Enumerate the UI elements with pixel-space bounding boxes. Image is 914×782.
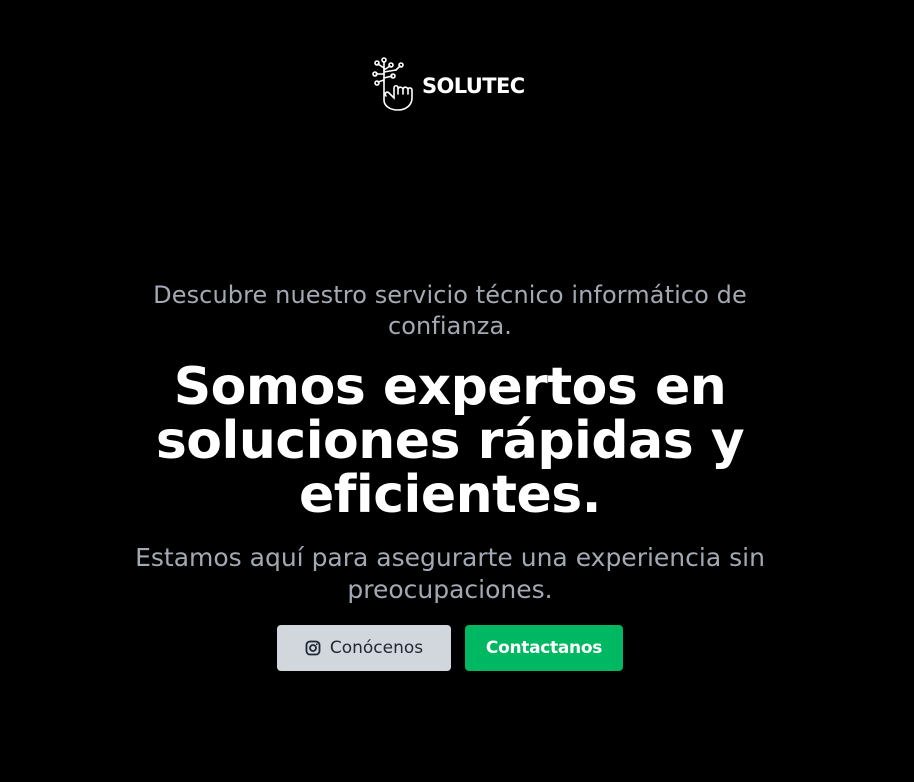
contact-button[interactable]: Contactanos [465,625,623,671]
about-button[interactable]: Conócenos [277,625,451,671]
contact-button-label: Contactanos [485,638,603,658]
hero-headline: Somos expertos en soluciones rápidas y e… [155,357,745,525]
brand-name: SOLUTEC [422,74,525,98]
hero-subline: Estamos aquí para asegurarte una experie… [135,543,765,604]
about-button-label: Conócenos [329,638,424,658]
brand-logo-link[interactable]: SOLUTEC [372,56,525,114]
hero-actions: Conócenos Contactanos [277,625,623,671]
instagram-icon [305,640,321,656]
hero-section: Descubre nuestro servicio técnico inform… [100,280,800,606]
circuit-hand-icon [372,57,413,111]
hero-tagline: Descubre nuestro servicio técnico inform… [153,281,747,340]
